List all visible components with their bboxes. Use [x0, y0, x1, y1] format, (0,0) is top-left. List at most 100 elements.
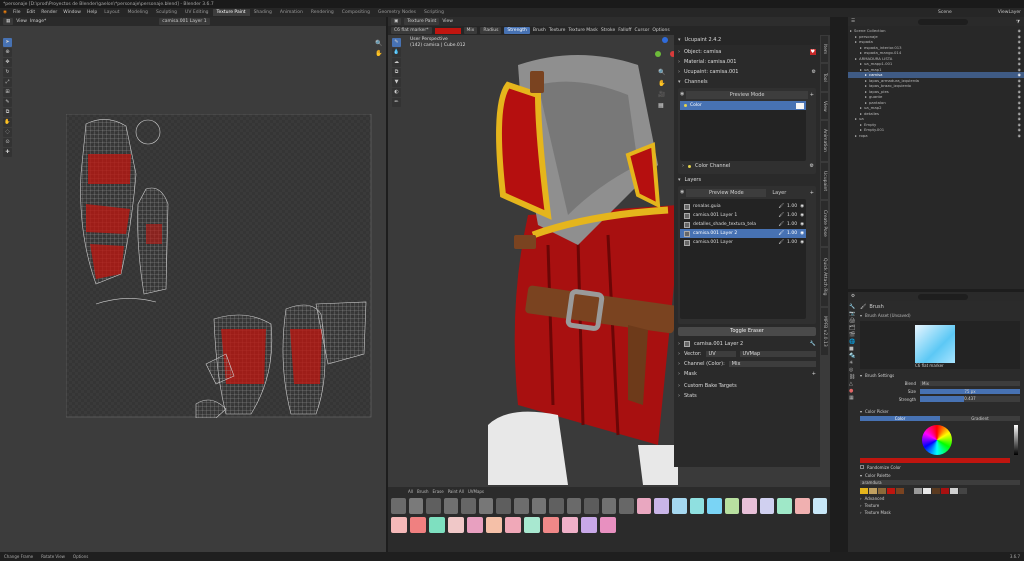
texture-menu[interactable]: Texture: [549, 28, 565, 33]
outliner-visibility-eye-icon[interactable]: ◉: [1018, 127, 1024, 132]
layer-visibility-eye-icon[interactable]: ◉: [800, 204, 806, 209]
texture-mask-row[interactable]: › Texture Mask: [860, 509, 1020, 516]
workspace-tab-scripting[interactable]: Scripting: [420, 9, 448, 16]
menu-item-file[interactable]: File: [10, 10, 24, 15]
palette-swatch[interactable]: [959, 488, 967, 494]
collapse-arrow-icon[interactable]: ▾: [860, 473, 862, 478]
outliner-item[interactable]: ▸ ua_map1 ◉: [848, 67, 1024, 73]
expand-arrow-icon[interactable]: ›: [678, 341, 680, 347]
value-slider[interactable]: [1014, 425, 1018, 455]
outliner-item[interactable]: ▸ ARMADURA LISTA ◉: [848, 56, 1024, 62]
scene-selector[interactable]: Scene: [935, 10, 955, 15]
camera-view-icon[interactable]: 🎥: [658, 89, 665, 100]
workspace-tab-sculpting[interactable]: Sculpting: [152, 9, 181, 16]
color-palette-header[interactable]: ▾ Color Palette: [860, 471, 1020, 479]
outliner-visibility-eye-icon[interactable]: ◉: [1018, 133, 1024, 138]
palette-swatch[interactable]: [950, 488, 958, 494]
toggle-eraser-button[interactable]: Toggle Eraser: [678, 327, 816, 336]
outliner-item[interactable]: ▸ camisa ◉: [848, 72, 1024, 78]
expand-arrow-icon[interactable]: ›: [682, 163, 684, 169]
palette-swatch[interactable]: [905, 488, 913, 494]
modifier-tab-icon[interactable]: 🔩: [849, 353, 857, 360]
cursor-menu[interactable]: Cursor: [635, 28, 650, 33]
layer-item[interactable]: detalles_shade_textura_tela 🖌 1.00 ◉: [680, 220, 806, 229]
brush-asset-slot[interactable]: [562, 517, 578, 533]
brush-asset-slot[interactable]: [672, 498, 687, 514]
brush-asset-slot[interactable]: [812, 498, 828, 514]
outliner-item[interactable]: ▸ espada ◉: [848, 39, 1024, 45]
brush-menu[interactable]: Brush: [533, 28, 546, 33]
move-tool-icon[interactable]: ✥: [3, 58, 12, 67]
collapse-arrow-icon[interactable]: ▾: [678, 79, 681, 85]
axis-z-icon[interactable]: [662, 37, 668, 43]
brush-asset-slot[interactable]: [619, 498, 634, 514]
outliner-item[interactable]: ▸ espada_interior.013 ◉: [848, 45, 1024, 51]
collapse-arrow-icon[interactable]: ▾: [860, 373, 862, 378]
palette-swatch[interactable]: [878, 488, 886, 494]
outliner-visibility-eye-icon[interactable]: ◉: [1018, 100, 1024, 105]
viewport-zoom-icon[interactable]: 🔍: [658, 67, 665, 78]
tool-tab-icon[interactable]: 🔧: [849, 304, 857, 311]
layer-tab-button[interactable]: Layer: [768, 190, 807, 196]
annotate-tool-icon[interactable]: ✎: [3, 98, 12, 107]
palette-swatch[interactable]: [896, 488, 904, 494]
filter-icon[interactable]: ⧩: [1016, 19, 1020, 25]
sidebar-tab-ucupaint[interactable]: Ucupaint: [820, 161, 829, 201]
brush-asset-slot[interactable]: [543, 517, 559, 533]
channel-item-color[interactable]: Color: [680, 101, 806, 110]
select-tool-icon[interactable]: ➤: [3, 38, 12, 47]
color-picker-header[interactable]: ▾ Color Picker: [860, 407, 1020, 415]
layer-item[interactable]: camisa.001 Layer 🖌 1.00 ◉: [680, 238, 806, 247]
view-menu[interactable]: View: [442, 19, 453, 24]
expand-arrow-icon[interactable]: ›: [678, 371, 680, 377]
brush-asset-slot[interactable]: [689, 498, 705, 514]
workspace-tab-compositing[interactable]: Compositing: [338, 9, 374, 16]
sidebar-tab-view[interactable]: View: [820, 91, 829, 121]
workspace-tab-uv-editing[interactable]: UV Editing: [181, 9, 212, 16]
layer-visibility-eye-icon[interactable]: ◉: [800, 222, 806, 227]
view-layer-selector[interactable]: ViewLayer: [995, 10, 1024, 15]
strength-field[interactable]: Strength: [504, 27, 530, 34]
menu-item-help[interactable]: Help: [84, 10, 100, 15]
outliner-item[interactable]: ▸ pantalon ◉: [848, 100, 1024, 106]
sidebar-tab-tool[interactable]: Tool: [820, 63, 829, 92]
sample-tool-icon[interactable]: ✚: [3, 148, 12, 157]
outliner-visibility-eye-icon[interactable]: ◉: [1018, 105, 1024, 110]
collapse-arrow-icon[interactable]: ▾: [678, 37, 681, 43]
outliner-visibility-eye-icon[interactable]: ◉: [1018, 78, 1024, 83]
palette-swatch[interactable]: [860, 488, 868, 494]
workspace-tab-animation[interactable]: Animation: [276, 9, 307, 16]
brush-asset-slot[interactable]: [601, 498, 617, 514]
outliner-item[interactable]: ▸ espada_mango.014 ◉: [848, 50, 1024, 56]
palette-swatch[interactable]: [932, 488, 940, 494]
expand-arrow-icon[interactable]: ›: [860, 510, 862, 515]
brush-asset-slot[interactable]: [408, 498, 424, 514]
brush-asset-slot[interactable]: [443, 498, 459, 514]
cursor-tool-icon[interactable]: ⊕: [3, 48, 12, 57]
outliner-visibility-eye-icon[interactable]: ◉: [1018, 94, 1024, 99]
brush-asset-slot[interactable]: [724, 498, 740, 514]
asset-tab-erase[interactable]: Erase: [433, 489, 444, 494]
brush-asset-slot[interactable]: [794, 498, 810, 514]
brush-lock-icon[interactable]: 🖌: [778, 213, 784, 218]
brush-asset-slot[interactable]: [654, 498, 669, 514]
brush-preview-thumbnail[interactable]: [915, 325, 955, 363]
brush-color-swatch[interactable]: [434, 27, 461, 34]
custom-bake-row[interactable]: › Custom Bake Targets: [674, 381, 820, 391]
blend-mode-selector[interactable]: Mix: [728, 361, 816, 367]
texture-mask-menu[interactable]: Texture Mask: [568, 28, 598, 33]
menu-item-window[interactable]: Window: [60, 10, 84, 15]
add-mask-icon[interactable]: +: [812, 371, 816, 377]
grab-tool-icon[interactable]: ✋: [3, 118, 12, 127]
outliner-visibility-eye-icon[interactable]: ◉: [1018, 111, 1024, 116]
outliner-item[interactable]: ▸ Scene Collection ◉: [848, 28, 1024, 34]
layer-item[interactable]: camisa.001 Layer 1 🖌 1.00 ◉: [680, 211, 806, 220]
stroke-menu[interactable]: Stroke: [601, 28, 615, 33]
palette-swatch[interactable]: [923, 488, 931, 494]
collapse-arrow-icon[interactable]: ▾: [860, 313, 862, 318]
palette-swatch[interactable]: [941, 488, 949, 494]
menu-item-edit[interactable]: Edit: [23, 10, 38, 15]
layer-opacity[interactable]: 1.00: [787, 204, 797, 209]
brush-lock-icon[interactable]: 🖌: [778, 240, 784, 245]
outliner-item[interactable]: ▸ guante ◉: [848, 94, 1024, 100]
